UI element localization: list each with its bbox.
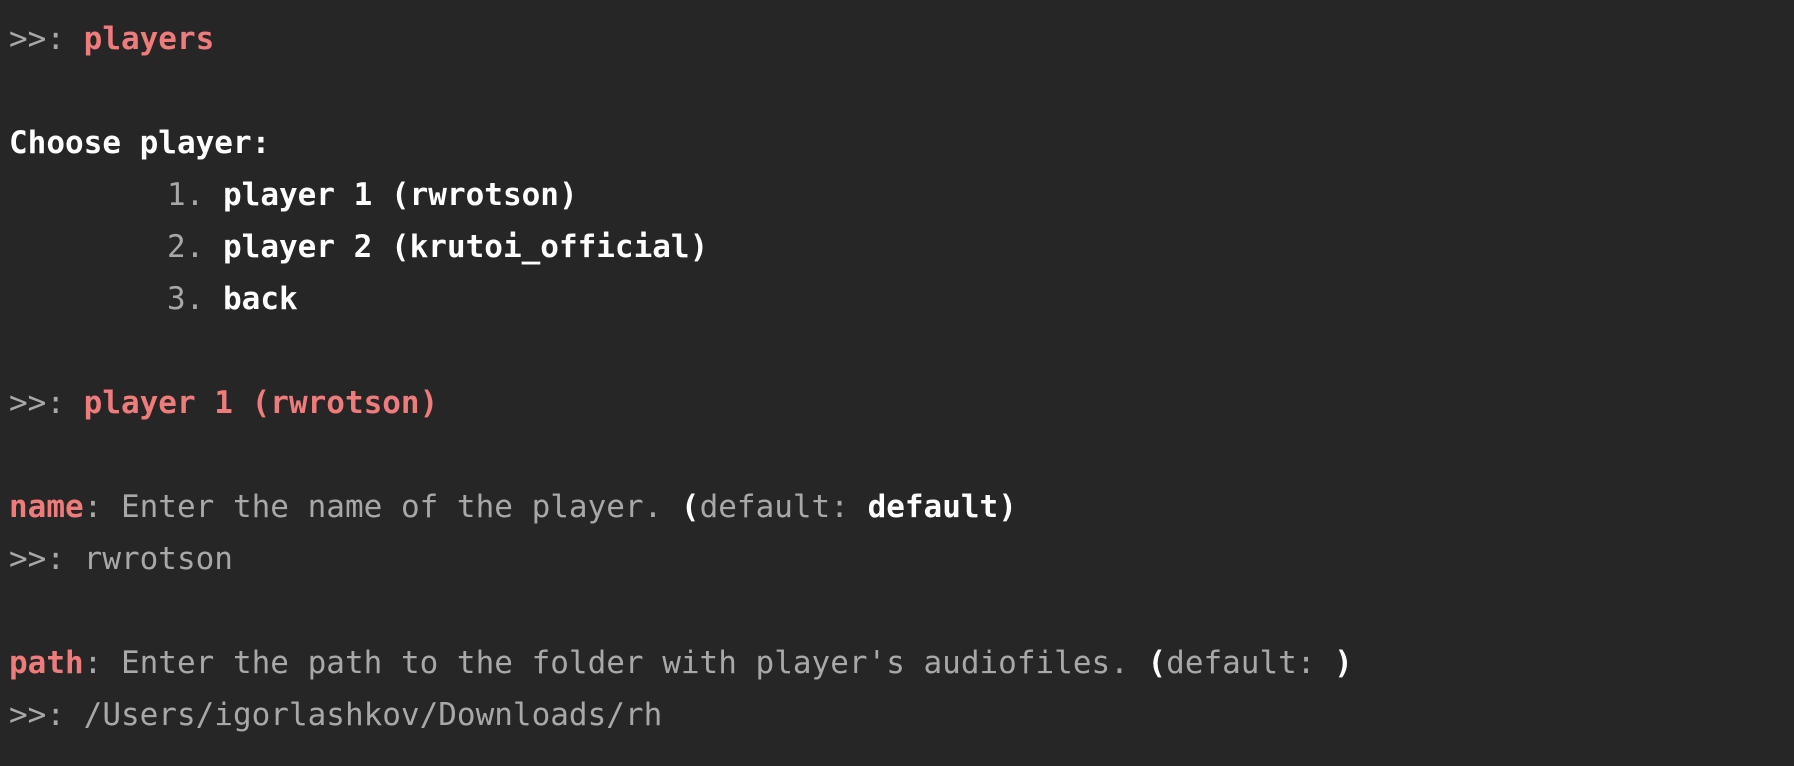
path-input-value[interactable]: /Users/igorlashkov/Downloads/rh	[84, 697, 663, 733]
menu-heading-text: Choose player:	[9, 125, 271, 161]
default-label: default:	[699, 489, 868, 525]
field-description: Enter the path to the folder with player…	[120, 645, 1148, 681]
prompt-symbol: >>:	[9, 541, 84, 577]
menu-item-label: player 2 (krutoi_official)	[223, 229, 709, 265]
command-line-players: >>: players	[9, 13, 214, 65]
default-value: default	[867, 489, 999, 525]
menu-heading: Choose player:	[9, 117, 270, 169]
entered-command: player 1 (rwrotson)	[83, 385, 439, 421]
prompt-symbol: >>:	[9, 385, 84, 421]
field-path-label: path	[9, 645, 84, 681]
menu-item-label: player 1 (rwrotson)	[223, 177, 578, 213]
input-line-path[interactable]: >>: /Users/igorlashkov/Downloads/rh	[9, 689, 662, 741]
field-name-label: name	[9, 489, 84, 525]
menu-item-label: back	[223, 281, 298, 317]
field-description: Enter the name of the player.	[120, 489, 681, 525]
name-input-value[interactable]: rwrotson	[84, 541, 233, 577]
prompt-symbol: >>:	[9, 697, 84, 733]
terminal-window[interactable]: >>: players Choose player: 1. player 1 (…	[0, 0, 1794, 766]
input-line-name[interactable]: >>: rwrotson	[9, 533, 233, 585]
command-line-player-select: >>: player 1 (rwrotson)	[9, 377, 438, 429]
menu-item-player-1[interactable]: 1. player 1 (rwrotson)	[9, 169, 578, 221]
field-prompt-path: path: Enter the path to the folder with …	[9, 645, 1353, 681]
entered-command: players	[83, 21, 215, 57]
menu-item-number: 3.	[167, 281, 205, 317]
menu-item-number: 1.	[167, 177, 205, 213]
prompt-symbol: >>:	[9, 21, 84, 57]
menu-item-number: 2.	[167, 229, 205, 265]
menu-item-player-2[interactable]: 2. player 2 (krutoi_official)	[9, 221, 708, 273]
field-prompt-name: name: Enter the name of the player. (def…	[9, 489, 1017, 525]
menu-item-back[interactable]: 3. back	[9, 273, 298, 325]
default-label: default:	[1166, 645, 1335, 681]
